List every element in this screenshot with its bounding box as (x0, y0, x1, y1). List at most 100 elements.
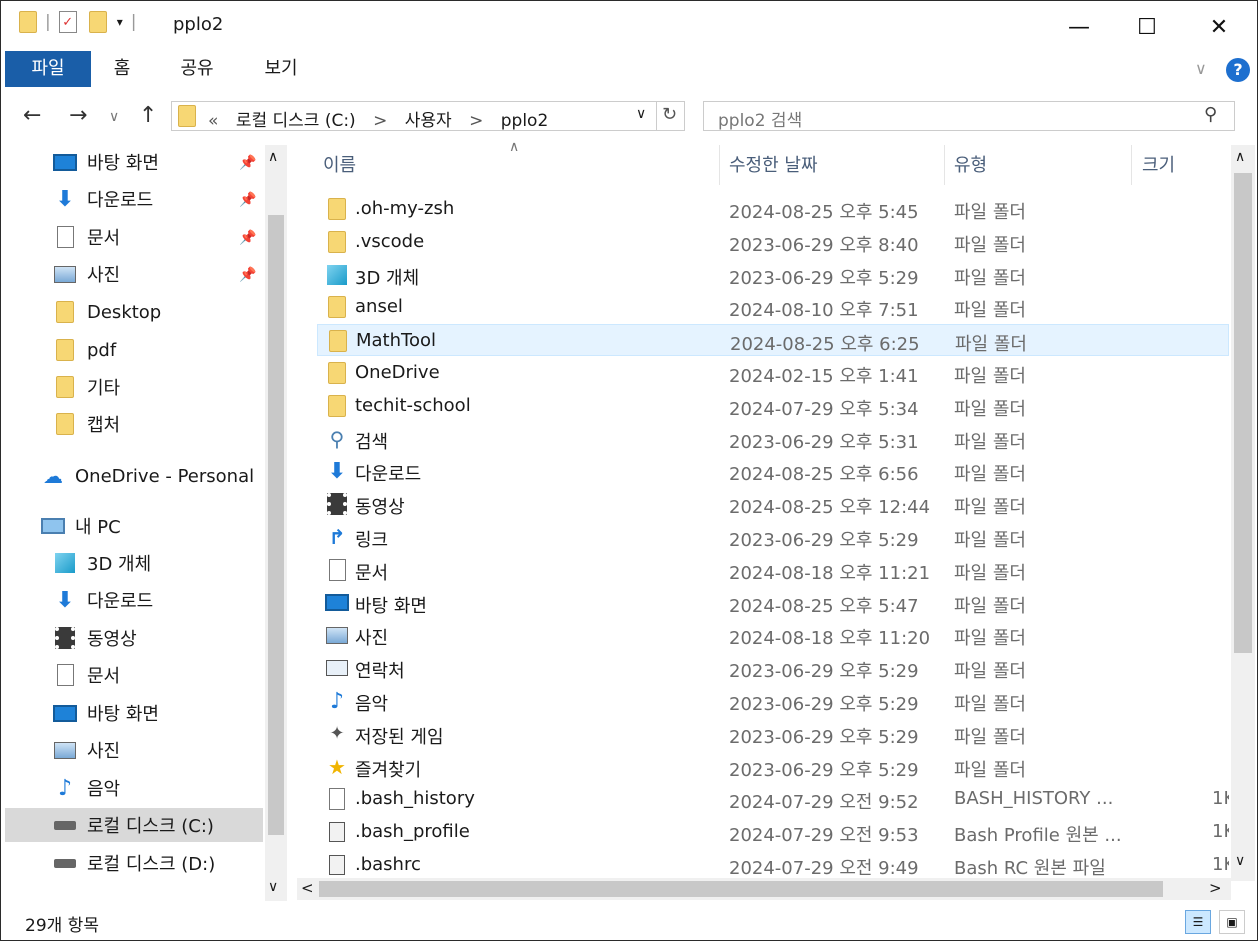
pin-icon[interactable]: 📌 (239, 267, 256, 283)
file-name: 3D 개체 (355, 267, 420, 289)
pin-icon[interactable]: 📌 (239, 192, 256, 208)
scroll-down-icon[interactable]: ∨ (268, 879, 278, 895)
folder-icon[interactable] (19, 11, 37, 33)
maximize-button[interactable]: ☐ (1117, 7, 1177, 47)
horizontal-scrollbar-thumb[interactable] (319, 881, 1163, 897)
expand-ribbon-icon[interactable]: ∨ (1195, 59, 1207, 78)
sidebar-item-pictures-pc[interactable]: 사진 (53, 733, 287, 767)
file-row[interactable]: ♪ 음악 2023-06-29 오후 5:29 파일 폴더 (317, 685, 1229, 717)
minimize-button[interactable]: — (1049, 7, 1109, 47)
search-input[interactable]: pplo2 검색 (718, 106, 802, 131)
file-date: 2024-07-29 오전 9:49 (729, 858, 919, 879)
file-row[interactable]: 사진 2024-08-18 오후 11:20 파일 폴더 (317, 619, 1229, 651)
scroll-down-icon[interactable]: ∨ (1235, 853, 1245, 869)
sidebar-item-3d-objects[interactable]: 3D 개체 (53, 546, 287, 580)
sidebar-item-desktop-pc[interactable]: 바탕 화면 (53, 696, 287, 730)
file-row[interactable]: ⬇ 다운로드 2024-08-25 오후 6:56 파일 폴더 (317, 455, 1229, 487)
recent-locations-icon[interactable]: ∨ (109, 109, 119, 125)
pin-icon[interactable]: 📌 (239, 230, 256, 246)
file-row[interactable]: ↱ 링크 2023-06-29 오후 5:29 파일 폴더 (317, 521, 1229, 553)
tab-home[interactable]: 홈 (101, 51, 143, 87)
thumbnail-view-button[interactable]: ▣ (1219, 910, 1245, 934)
scroll-up-icon[interactable]: ∧ (1235, 149, 1245, 165)
column-header-date[interactable]: 수정한 날짜 (729, 151, 818, 183)
file-size: 1K (1212, 788, 1229, 810)
file-row[interactable]: 바탕 화면 2024-08-25 오후 5:47 파일 폴더 (317, 587, 1229, 619)
sidebar-item-this-pc[interactable]: 내 PC (41, 509, 287, 543)
overflow-chevron[interactable]: « (208, 111, 218, 131)
file-row[interactable]: .oh-my-zsh 2024-08-25 오후 5:45 파일 폴더 (317, 193, 1229, 225)
tab-file[interactable]: 파일 (5, 51, 91, 87)
sidebar-item-videos[interactable]: 동영상 (53, 621, 287, 655)
sidebar-item-drive-d[interactable]: 로컬 디스크 (D:) (53, 846, 287, 880)
sidebar-item-desktop-folder[interactable]: Desktop (53, 295, 287, 329)
breadcrumb-item[interactable]: pplo2 (501, 111, 549, 131)
contacts-icon (325, 656, 349, 680)
file-date: 2024-07-29 오후 5:34 (729, 398, 919, 420)
file-name: OneDrive (355, 362, 440, 383)
cloud-icon: ☁ (43, 464, 63, 488)
sidebar-item-capture[interactable]: 캡처 (53, 407, 287, 441)
file-row[interactable]: .bash_profile 2024-07-29 오전 9:53 Bash Prof… (317, 816, 1229, 848)
file-row[interactable]: ★ 즐겨찾기 2023-06-29 오후 5:29 파일 폴더 (317, 751, 1229, 783)
up-button[interactable]: ↑ (139, 103, 157, 128)
file-row[interactable]: OneDrive 2024-02-15 오후 1:41 파일 폴더 (317, 357, 1229, 389)
scroll-right-icon[interactable]: > (1209, 879, 1222, 897)
document-icon (325, 558, 349, 582)
customize-toolbar-icon[interactable]: ▾ (117, 15, 123, 29)
file-row[interactable]: MathTool 2024-08-25 오후 6:25 파일 폴더 (317, 324, 1229, 357)
file-row[interactable]: techit-school 2024-07-29 오후 5:34 파일 폴더 (317, 390, 1229, 422)
details-view-button[interactable]: ☰ (1185, 910, 1211, 934)
address-bar[interactable]: « 로컬 디스크 (C:) > 사용자 > pplo2 ∨ ↻ (171, 101, 685, 131)
breadcrumb-item[interactable]: 사용자 (405, 111, 452, 131)
help-button[interactable]: ? (1226, 58, 1250, 82)
file-row[interactable]: .bash_history 2024-07-29 오전 9:52 BASH_HIST… (317, 783, 1229, 815)
sidebar-item-documents-pc[interactable]: 문서 (53, 658, 287, 692)
file-name: 즐겨찾기 (355, 759, 422, 781)
file-row[interactable]: .bashrc 2024-07-29 오전 9:49 Bash RC 원본 파일 1K (317, 849, 1229, 881)
breadcrumb-separator[interactable]: > (469, 111, 483, 131)
search-box[interactable]: pplo2 검색 ⚲ (703, 101, 1235, 131)
tab-share[interactable]: 공유 (169, 51, 225, 87)
file-row[interactable]: ansel 2024-08-10 오후 7:51 파일 폴더 (317, 291, 1229, 323)
file-name: .oh-my-zsh (355, 198, 455, 219)
column-divider[interactable] (944, 145, 945, 185)
file-row[interactable]: .vscode 2023-06-29 오후 8:40 파일 폴더 (317, 226, 1229, 258)
forward-button[interactable]: → (69, 103, 87, 128)
sidebar-item-pdf[interactable]: pdf (53, 333, 287, 367)
file-row[interactable]: ⚲ 검색 2023-06-29 오후 5:31 파일 폴더 (317, 423, 1229, 455)
properties-icon[interactable]: ✓ (58, 11, 77, 33)
file-row[interactable]: 동영상 2024-08-25 오후 12:44 파일 폴더 (317, 488, 1229, 520)
file-row[interactable]: 연락처 2023-06-29 오후 5:29 파일 폴더 (317, 652, 1229, 684)
column-divider[interactable] (719, 145, 720, 185)
sidebar-scrollbar-thumb[interactable] (268, 215, 284, 835)
3d-icon (325, 263, 349, 287)
scroll-up-icon[interactable]: ∧ (268, 149, 278, 165)
column-header-type[interactable]: 유형 (954, 151, 987, 183)
file-row[interactable]: ✦ 저장된 게임 2023-06-29 오후 5:29 파일 폴더 (317, 718, 1229, 750)
file-name: 음악 (355, 694, 389, 715)
sidebar-item-drive-c[interactable]: 로컬 디스크 (C:) (5, 808, 263, 842)
column-header-size[interactable]: 크기 (1142, 151, 1175, 183)
close-button[interactable]: ✕ (1189, 7, 1249, 47)
sidebar-item-music[interactable]: ♪ 음악 (53, 771, 287, 805)
search-icon[interactable]: ⚲ (1204, 104, 1217, 125)
column-header-name[interactable]: 이름 (323, 151, 356, 183)
breadcrumb-item[interactable]: 로컬 디스크 (C:) (236, 111, 356, 131)
address-dropdown-icon[interactable]: ∨ (636, 106, 646, 122)
column-divider[interactable] (1131, 145, 1132, 185)
file-row[interactable]: 3D 개체 2023-06-29 오후 5:29 파일 폴더 (317, 259, 1229, 291)
refresh-icon[interactable]: ↻ (662, 104, 677, 125)
file-row[interactable]: 문서 2024-08-18 오후 11:21 파일 폴더 (317, 554, 1229, 586)
back-button[interactable]: ← (23, 103, 41, 128)
scroll-left-icon[interactable]: < (301, 879, 314, 897)
breadcrumb-separator[interactable]: > (373, 111, 387, 131)
file-list-scrollbar-thumb[interactable] (1234, 173, 1252, 653)
sidebar-item-downloads-pc[interactable]: ⬇ 다운로드 (53, 583, 287, 617)
file-type: 파일 폴더 (954, 694, 1026, 715)
pin-icon[interactable]: 📌 (239, 155, 256, 171)
sidebar-item-onedrive[interactable]: ☁ OneDrive - Personal (41, 459, 287, 493)
tab-view[interactable]: 보기 (253, 51, 309, 87)
new-folder-icon[interactable] (88, 11, 107, 33)
sidebar-item-etc[interactable]: 기타 (53, 370, 287, 404)
